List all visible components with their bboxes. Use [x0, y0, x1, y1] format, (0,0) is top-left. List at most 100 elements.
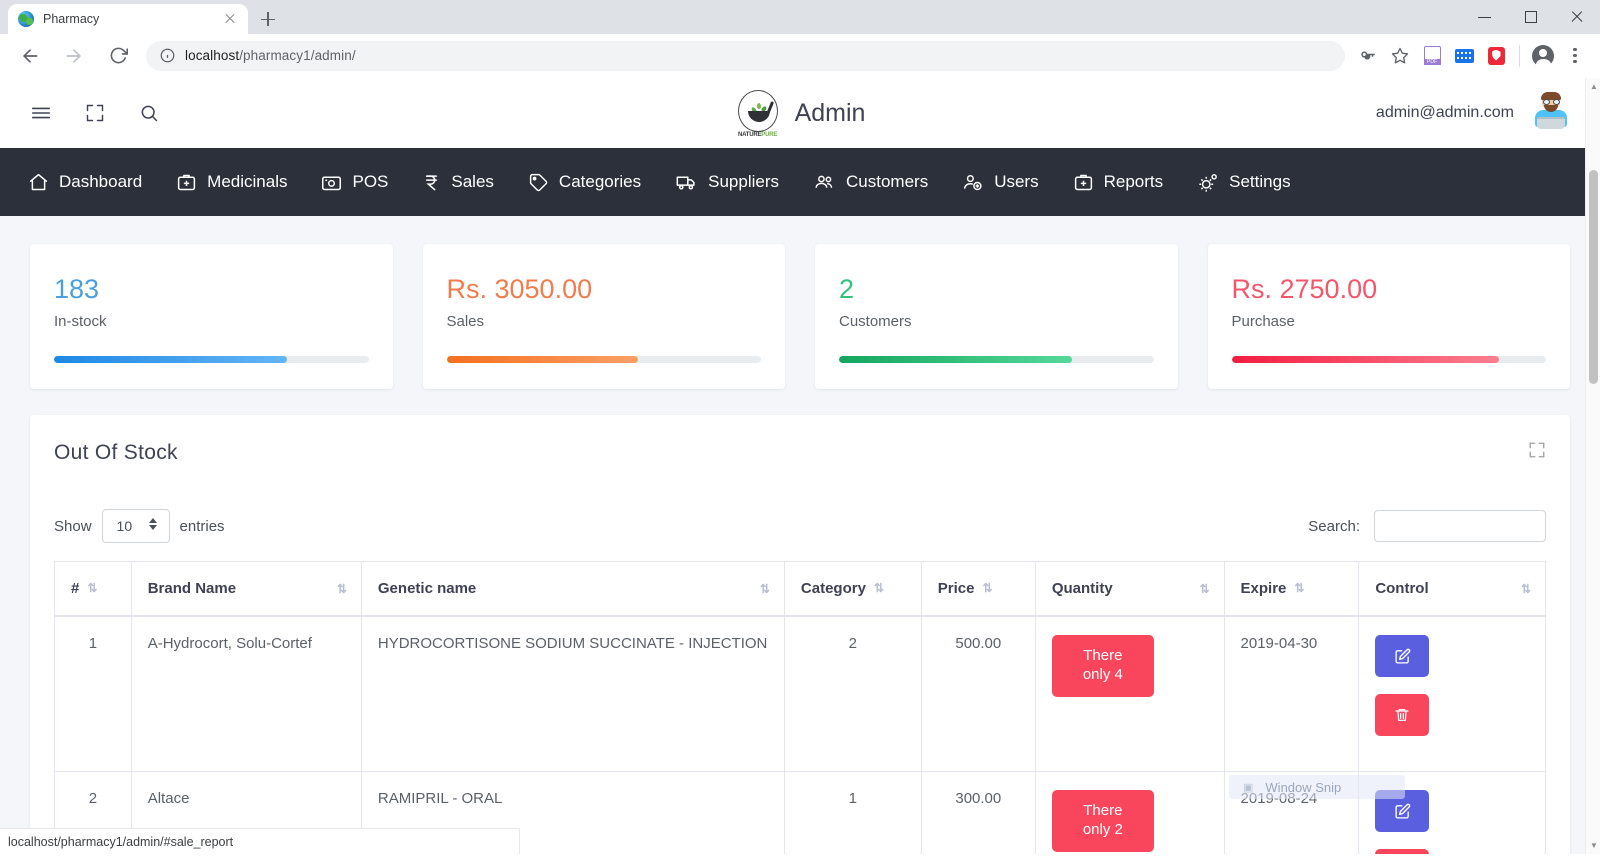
maximize-button[interactable] [1508, 0, 1554, 34]
column-header-number[interactable]: # ⇅ [54, 561, 132, 617]
star-icon[interactable] [1385, 41, 1415, 71]
column-label: Category [800, 580, 866, 597]
nav-item-categories[interactable]: Categories [528, 172, 641, 193]
progress-track [1231, 356, 1546, 363]
stat-label: Sales [446, 313, 485, 330]
progress-fill [446, 356, 639, 363]
nav-item-dashboard[interactable]: Dashboard [28, 172, 142, 193]
page-length-value: 10 [116, 518, 133, 534]
column-label: Expire [1240, 580, 1287, 597]
close-tab-icon[interactable] [222, 11, 238, 27]
key-icon[interactable] [1353, 41, 1383, 71]
table-body: 1 A-Hydrocort, Solu-Cortef HYDROCORTISON… [54, 616, 1546, 854]
nav-item-medicinals[interactable]: Medicinals [176, 172, 287, 193]
nav-item-pos[interactable]: POS [321, 172, 388, 193]
browser-tab[interactable]: Pharmacy [8, 4, 248, 34]
page-scrollbar[interactable]: ▲ ▼ [1585, 78, 1600, 854]
nav-label: Categories [558, 172, 642, 191]
sort-icon: ⇅ [982, 581, 993, 595]
avatar[interactable] [1530, 92, 1572, 134]
stat-value: 183 [54, 274, 100, 304]
hamburger-icon[interactable] [28, 100, 54, 126]
minimize-button[interactable] [1462, 0, 1508, 34]
nav-item-suppliers[interactable]: Suppliers [675, 172, 779, 193]
nav-item-sales[interactable]: Sales [422, 172, 494, 193]
nav-label: Users [994, 172, 1039, 191]
column-header-genetic-name[interactable]: Genetic name ⇅ [360, 561, 785, 617]
browser-toolbar: localhost/pharmacy1/admin/ [0, 34, 1600, 78]
nav-label: Medicinals [207, 172, 288, 191]
cell-category: 1 [783, 771, 922, 854]
nav-label: Dashboard [59, 172, 143, 191]
snip-label: Window Snip [1265, 779, 1342, 795]
nav-label: Sales [451, 172, 494, 191]
nav-label: Settings [1229, 172, 1291, 191]
column-header-quantity[interactable]: Quantity ⇅ [1034, 561, 1225, 617]
stat-value: Rs. 2750.00 [1231, 274, 1378, 304]
stat-cards-row: 183 In-stock Rs. 3050.00 Sales 2 Custome… [30, 244, 1570, 389]
search-icon[interactable] [136, 100, 162, 126]
search-input[interactable] [1374, 510, 1546, 542]
nav-item-customers[interactable]: Customers [813, 172, 928, 193]
shield-extension-icon[interactable] [1481, 41, 1511, 71]
scroll-down-icon[interactable]: ▼ [1590, 841, 1598, 850]
expand-icon[interactable] [82, 100, 108, 126]
user-email[interactable]: admin@admin.com [1376, 104, 1514, 122]
page-viewport: NATUREPURE Admin admin@admin.com Dashboa… [0, 78, 1600, 854]
table-head: # ⇅ Brand Name ⇅ Genetic name ⇅ Category ⇅ P [54, 561, 1546, 617]
progress-fill [839, 356, 1072, 363]
nav-item-reports[interactable]: Reports [1073, 172, 1163, 193]
new-tab-button[interactable] [254, 5, 282, 33]
app-header: NATUREPURE Admin admin@admin.com [0, 78, 1600, 148]
column-header-brand-name[interactable]: Brand Name ⇅ [130, 561, 362, 617]
pdf-extension-icon[interactable] [1417, 41, 1447, 71]
column-header-category[interactable]: Category ⇅ [783, 561, 922, 617]
page-length-select[interactable]: 10 [101, 509, 170, 543]
scroll-up-icon[interactable]: ▲ [1590, 82, 1598, 91]
stat-card-purchase: Rs. 2750.00 Purchase [1207, 244, 1570, 389]
sort-icon: ⇅ [759, 581, 770, 596]
favicon-icon [18, 11, 34, 27]
window-controls [1462, 0, 1600, 34]
table-row: 1 A-Hydrocort, Solu-Cortef HYDROCORTISON… [54, 616, 1546, 772]
forward-icon[interactable] [57, 39, 91, 73]
reload-icon[interactable] [101, 39, 135, 73]
keyboard-extension-icon[interactable] [1449, 41, 1479, 71]
search-control: Search: [1308, 510, 1546, 542]
nav-item-users[interactable]: Users [962, 172, 1039, 193]
progress-fill [1231, 356, 1499, 363]
cell-genetic-name: HYDROCORTISONE SODIUM SUCCINATE - INJECT… [360, 616, 785, 772]
column-label: Control [1375, 580, 1429, 597]
url-text: localhost/pharmacy1/admin/ [185, 48, 356, 63]
cell-number: 1 [54, 616, 132, 772]
column-header-expire[interactable]: Expire ⇅ [1223, 561, 1359, 617]
delete-button[interactable] [1375, 849, 1430, 854]
progress-fill [54, 356, 287, 363]
stat-label: In-stock [54, 313, 107, 330]
back-icon[interactable] [13, 39, 47, 73]
delete-button[interactable] [1375, 694, 1430, 736]
column-label: Quantity [1051, 580, 1113, 597]
cell-expire: 2019-04-30 [1223, 616, 1359, 772]
naturepure-logo-icon: NATUREPURE [735, 90, 781, 138]
column-header-price[interactable]: Price ⇅ [920, 561, 1036, 617]
address-bar[interactable]: localhost/pharmacy1/admin/ [146, 40, 1345, 71]
nav-item-settings[interactable]: Settings [1197, 172, 1291, 193]
cell-quantity: There only 4 [1034, 616, 1225, 772]
profile-icon[interactable] [1528, 41, 1558, 71]
cell-category: 2 [783, 616, 922, 772]
sort-icon: ⇅ [1520, 581, 1531, 596]
chrome-menu-icon[interactable] [1560, 41, 1590, 71]
expand-icon[interactable] [1528, 441, 1546, 464]
snip-icon: ▣ [1243, 781, 1254, 794]
edit-button[interactable] [1375, 635, 1430, 677]
progress-track [446, 356, 761, 363]
stat-value: Rs. 3050.00 [446, 274, 593, 304]
column-header-control[interactable]: Control ⇅ [1358, 561, 1546, 617]
scrollbar-thumb[interactable] [1589, 170, 1598, 384]
cell-price: 500.00 [920, 616, 1036, 772]
close-window-button[interactable] [1554, 0, 1600, 34]
window-snip-overlay: ▣ Window Snip [1229, 775, 1405, 799]
info-icon[interactable] [160, 48, 175, 63]
progress-track [54, 356, 369, 363]
